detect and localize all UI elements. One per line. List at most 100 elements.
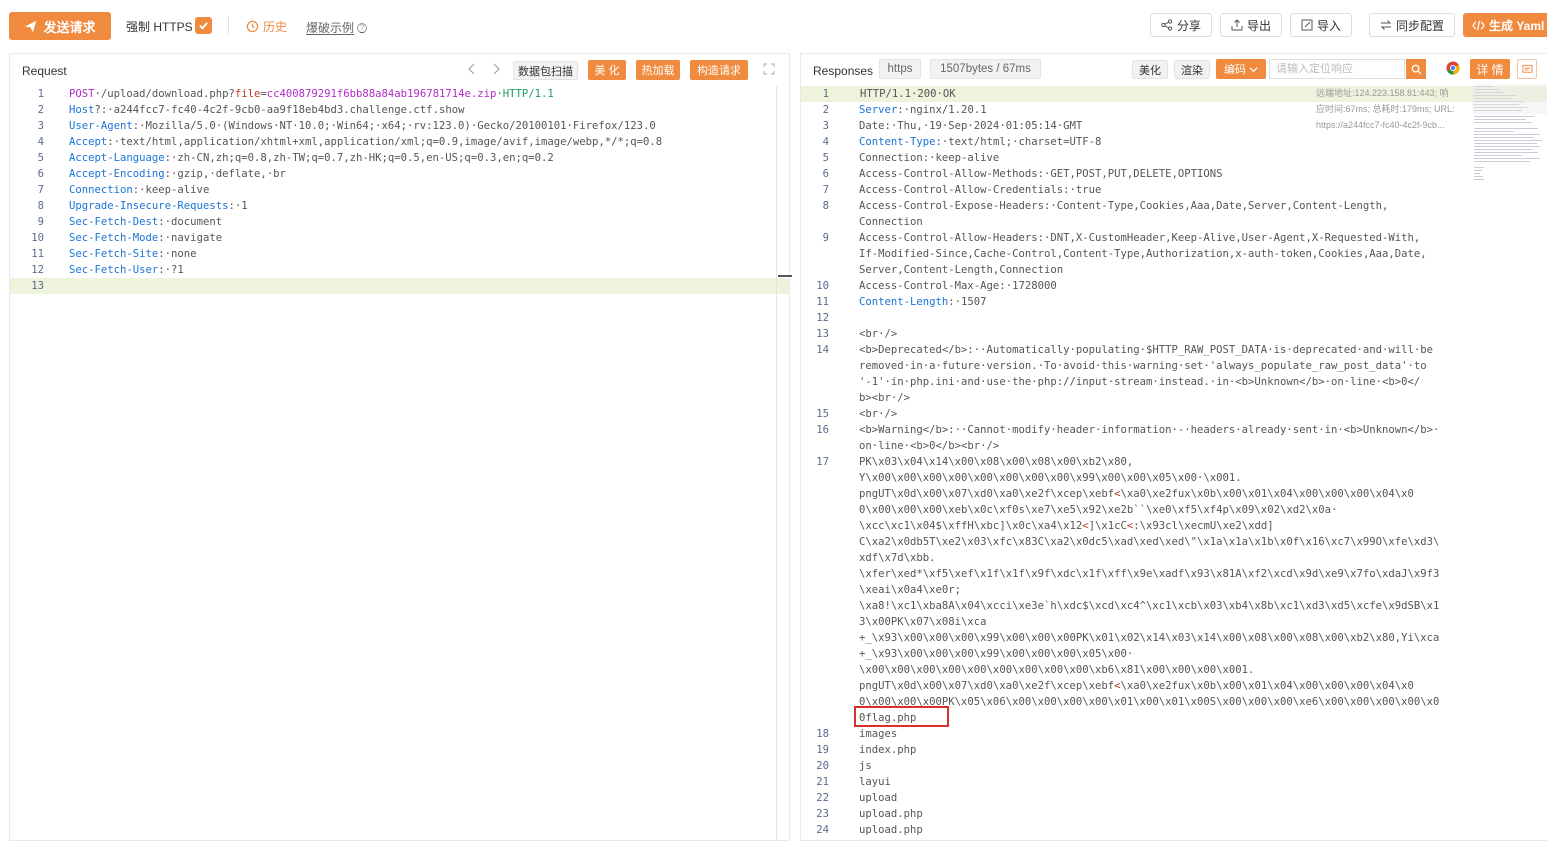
brute-example-link[interactable]: 爆破示例 ? [306,19,368,36]
response-line[interactable]: 20 js [801,758,1547,774]
response-line[interactable]: 18 images [801,726,1547,742]
line-text: Server,Content-Length,Connection [859,262,1063,278]
response-line[interactable]: \x00\x00\x00\x00\x00\x00\x00\x00\x00\xb6… [801,662,1547,678]
line-number: 2 [37,104,44,116]
response-line[interactable]: 16 <b>Warning</b>:··Cannot·modify·header·… [801,422,1547,438]
force-https-checkbox[interactable] [195,17,212,34]
request-line[interactable]: 10 Sec-Fetch-Mode:·navigate [10,230,789,246]
response-line[interactable]: on·line·<b>0</b><br·/> [801,438,1547,454]
fullscreen-icon[interactable] [763,63,775,75]
line-text: Accept-Encoding:·gzip,·deflate,·br [69,166,286,182]
response-line[interactable]: +_\x93\x00\x00\x00\x99\x00\x00\x00PK\x01… [801,630,1547,646]
response-line[interactable]: Connection [801,214,1547,230]
response-line[interactable]: 22 upload [801,790,1547,806]
response-beautify-button[interactable]: 美化 [1132,60,1168,79]
chevron-right-icon[interactable] [490,63,502,75]
response-line[interactable]: 8 Access-Control-Expose-Headers:·Content-… [801,198,1547,214]
response-line[interactable]: 23 upload.php [801,806,1547,822]
line-text: <br·/> [859,326,897,342]
request-line[interactable]: 3 User-Agent:·Mozilla/5.0·(Windows·NT·10.… [10,118,789,134]
request-editor[interactable]: 1 POST·/upload/download.php?file=cc400879… [10,86,789,294]
search-button[interactable] [1406,59,1426,79]
response-line[interactable]: 5 Connection:·keep-alive [801,150,1547,166]
line-text: Upgrade-Insecure-Requests:·1 [69,198,248,214]
history-button[interactable]: 历史 [246,18,287,35]
response-line[interactable]: 11 Content-Length:·1507 [801,294,1547,310]
response-line[interactable]: b><br·/> [801,390,1547,406]
code-minimap[interactable] [1472,84,1547,184]
response-line[interactable]: \xeai\x0a4\xe0r; [801,582,1547,598]
code-token: Date:·Thu,·19·Sep·2024·01:05:14·GMT [859,120,1083,132]
hot-load-button[interactable]: 热加载 [636,60,680,80]
request-line[interactable]: 2 Host?:·a244fcc7-fc40-4c2f-9cb0-aa9f18eb… [10,102,789,118]
render-button[interactable]: 渲染 [1174,60,1210,79]
request-line[interactable]: 7 Connection:·keep-alive [10,182,789,198]
response-line[interactable]: 9 Access-Control-Allow-Headers:·DNT,X-Cus… [801,230,1547,246]
sync-config-button[interactable]: 同步配置 [1369,13,1455,37]
response-line[interactable]: xdf\x7d\xbb. [801,550,1547,566]
request-line[interactable]: 5 Accept-Language:·zh-CN,zh;q=0.8,zh-TW;q… [10,150,789,166]
send-request-button[interactable]: 发送请求 [9,12,111,40]
response-line[interactable]: 13 <br·/> [801,326,1547,342]
beautify-button[interactable]: 美 化 [588,60,626,80]
request-line[interactable]: 9 Sec-Fetch-Dest:·document [10,214,789,230]
request-line[interactable]: 8 Upgrade-Insecure-Requests:·1 [10,198,789,214]
response-line[interactable]: 4 Content-Type:·text/html;·charset=UTF-8 [801,134,1547,150]
code-token: :·none [158,248,197,260]
request-line[interactable]: 6 Accept-Encoding:·gzip,·deflate,·br [10,166,789,182]
response-line[interactable]: Y\x00\x00\x00\x00\x00\x00\x00\x00\x99\x0… [801,470,1547,486]
response-line[interactable]: \xcc\xc1\x04$\xffH\xbc]\x0c\xa4\x12<]\x1… [801,518,1547,534]
response-line[interactable]: 0\x00\x00\x00\xeb\x0c\xf0s\xe7\xe5\x92\x… [801,502,1547,518]
response-line[interactable]: 12 [801,310,1547,326]
generate-yaml-button[interactable]: 生成 Yaml [1463,13,1547,37]
editor-scrollbar[interactable] [776,86,777,840]
code-token: b><br·/> [859,392,911,404]
chrome-icon[interactable] [1446,61,1460,75]
response-line[interactable]: 24 upload.php [801,822,1547,838]
request-line[interactable]: 13 [10,278,789,294]
response-line[interactable]: 10 Access-Control-Max-Age:·1728000 [801,278,1547,294]
generate-yaml-label: 生成 Yaml [1489,18,1545,33]
response-line[interactable]: pngUT\x0d\x00\x07\xd0\xa0\xe2f\xcep\xebf… [801,486,1547,502]
response-line[interactable]: If-Modified-Since,Cache-Control,Content-… [801,246,1547,262]
line-text: +_\x93\x00\x00\x00\x99\x00\x00\x00PK\x01… [859,630,1439,646]
line-number: 16 [816,424,829,436]
response-line[interactable]: removed·in·a·future·version.·To·avoid·th… [801,358,1547,374]
response-line[interactable]: pngUT\x0d\x00\x07\xd0\xa0\xe2f\xcep\xebf… [801,678,1547,694]
response-line[interactable]: 15 <br·/> [801,406,1547,422]
details-button[interactable]: 详 情 [1470,59,1510,79]
response-line[interactable]: 6 Access-Control-Allow-Methods:·GET,POST,… [801,166,1547,182]
import-button[interactable]: 导入 [1290,13,1352,37]
response-line[interactable]: 17 PK\x03\x04\x14\x00\x08\x00\x08\x00\xb2… [801,454,1547,470]
build-request-button[interactable]: 构造请求 [690,60,748,80]
request-line[interactable]: 1 POST·/upload/download.php?file=cc400879… [10,86,789,102]
timing-info: 应时间:67ms; 总耗时:179ms; URL: [1316,104,1455,114]
code-token: :·keep-alive [132,184,210,196]
response-line[interactable]: \xa8!\xc1\xba8A\x04\xcci\xe3e`h\xdc$\xcd… [801,598,1547,614]
locate-response-input[interactable]: 请输入定位响应 [1269,59,1405,79]
response-line[interactable]: 7 Access-Control-Allow-Credentials:·true [801,182,1547,198]
response-line[interactable]: +_\x93\x00\x00\x00\x99\x00\x00\x00\x05\x… [801,646,1547,662]
export-button[interactable]: 导出 [1220,13,1282,37]
code-token: Sec-Fetch-Mode [69,232,159,244]
line-text: \xeai\x0a4\xe0r; [859,582,961,598]
chevron-left-icon[interactable] [466,63,478,75]
response-line[interactable]: C\xa2\x0db5T\xe2\x03\xfc\x83C\xa2\x0dc5\… [801,534,1547,550]
encoding-dropdown[interactable]: 编码 [1216,59,1266,79]
response-line[interactable]: 3\x00PK\x07\x08i\xca [801,614,1547,630]
request-line[interactable]: 12 Sec-Fetch-User:·?1 [10,262,789,278]
code-token: Access-Control-Allow-Methods:·GET,POST,P… [859,168,1223,180]
share-button[interactable]: 分享 [1150,13,1212,37]
response-line[interactable]: 14 <b>Deprecated</b>:··Automatically·popu… [801,342,1547,358]
request-line[interactable]: 4 Accept:·text/html,application/xhtml+xml… [10,134,789,150]
comment-icon[interactable] [1517,59,1537,79]
response-line[interactable]: 19 index.php [801,742,1547,758]
response-line[interactable]: 21 layui [801,774,1547,790]
line-text: Sec-Fetch-Dest:·document [69,214,222,230]
packet-scan-button[interactable]: 数据包扫描 [513,61,578,80]
response-line[interactable]: '-1'·in·php.ini·and·use·the·php://input·… [801,374,1547,390]
response-line[interactable]: \xfer\xed*\xf5\xef\x1f\x1f\x9f\xdc\x1f\x… [801,566,1547,582]
code-token: Content-Type [859,136,936,148]
response-line[interactable]: Server,Content-Length,Connection [801,262,1547,278]
request-line[interactable]: 11 Sec-Fetch-Site:·none [10,246,789,262]
